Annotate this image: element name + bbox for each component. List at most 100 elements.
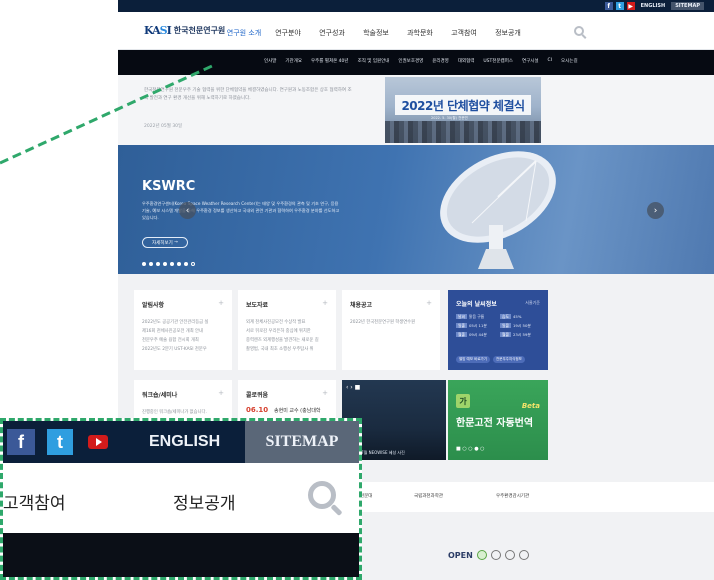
colloquium-title[interactable]: 송현미 교수 (충남대학 (274, 407, 321, 414)
open-gov-logo[interactable]: OPEN (448, 551, 473, 560)
twitter-icon[interactable]: t (47, 429, 73, 455)
more-plus-icon[interactable]: + (322, 389, 328, 397)
weather-card: 오늘의 날씨정보 서울기준 날씨 맑음 구름 습도 45% 일출 05시 11분 일몰… (448, 290, 548, 370)
top-utility-bar: f t ▶ ENGLISH SITEMAP (118, 0, 714, 12)
stargazing-forecast-button[interactable]: 별밤 예보 바로가기 (456, 356, 490, 363)
partner-logo[interactable]: 국립과천과학관 (414, 493, 443, 499)
news-photo[interactable]: 2022년 단체협약 체결식 2022. 5. 30(월) 천문연 (385, 77, 541, 143)
astronomy-knowledge-button[interactable]: 천문우주지식정보 (493, 356, 525, 363)
more-plus-icon[interactable]: + (322, 299, 328, 307)
hero-more-button[interactable]: 자세히보기 → (142, 237, 188, 248)
english-link[interactable]: ENGLISH (149, 433, 220, 451)
news-strip: 한국천문연구원 천문우주 기술 협력을 위한 단체협약을 체결하였습니다. 연구… (118, 75, 714, 145)
cert-badge-icon (476, 550, 487, 560)
subnav-item[interactable]: 인권보호경영 (398, 58, 423, 64)
list-item[interactable]: 서로 뒤로감 우리은하 중심에 위치한 (246, 327, 319, 336)
photo-banner: 2022년 단체협약 체결식 (395, 95, 531, 115)
slide-dot[interactable] (170, 262, 174, 266)
list-item[interactable]: 외계 천체사진공모전 수상작 발표 (246, 318, 319, 327)
sitemap-link[interactable]: SITEMAP (245, 421, 359, 463)
subnav-item[interactable]: 윤리경영 (432, 58, 449, 64)
youtube-icon[interactable] (85, 429, 111, 455)
slide-dot[interactable] (163, 262, 167, 266)
next-slide-button[interactable]: › (647, 202, 664, 219)
video-controls-icon[interactable]: ‹ › ■ (346, 384, 360, 391)
list-item[interactable]: 제16회 천체사진공모전 개최 안내 (142, 327, 208, 336)
gnb-item-customer[interactable]: 고객참여 (3, 489, 66, 514)
gnb-item-results[interactable]: 연구성과 (310, 28, 354, 38)
arrow-right-icon: → (174, 240, 178, 245)
site-logo[interactable]: KASI 한국천문연구원 (144, 24, 225, 37)
more-plus-icon[interactable]: + (218, 389, 224, 397)
gnb-menu: 연구원 소개 연구분야 연구성과 학술정보 과학문화 고객참여 정보공개 (222, 28, 530, 38)
list-item[interactable]: 2022년 한국천문연구원 학생연수원 (350, 318, 415, 327)
slide-dot[interactable] (156, 262, 160, 266)
search-icon[interactable] (308, 481, 336, 509)
weather-cell: 날씨 맑음 구름 (456, 314, 485, 319)
global-navigation: KASI 한국천문연구원 연구원 소개 연구분야 연구성과 학술정보 과학문화 … (118, 12, 714, 50)
slide-dot[interactable] (184, 262, 188, 266)
subnav-item[interactable]: 대외협력 (458, 58, 475, 64)
list-item[interactable]: 천문우주 예술 융합 전시회 개최 (142, 336, 208, 345)
colloquium-date: 06.10 (246, 406, 269, 414)
english-link[interactable]: ENGLISH (638, 3, 669, 9)
slide-dot[interactable] (142, 262, 146, 266)
news-text: 한국천문연구원 천문우주 기술 협력을 위한 단체협약을 체결하였습니다. 연구… (144, 88, 352, 101)
youtube-icon[interactable]: ▶ (626, 2, 635, 10)
sub-navigation: 인사말 기관개요 우주를 펼쳐온 40년 조직 및 임원안내 인권보호경영 윤리… (118, 50, 714, 75)
gnb-item-customer[interactable]: 고객참여 (442, 28, 486, 38)
gnb-item-research[interactable]: 연구분야 (266, 28, 310, 38)
list-item[interactable]: 중력렌즈 외계행성을 발견하는 새로운 길 (246, 336, 319, 345)
slide-dot[interactable] (149, 262, 153, 266)
subnav-item[interactable]: 조직 및 임원안내 (358, 58, 390, 64)
kasi-logo-icon: KASI (144, 24, 172, 37)
card-title: 알림사항 (142, 302, 165, 309)
gnb-item-disclosure[interactable]: 정보공개 (173, 489, 236, 514)
footer-certifications: OPEN (448, 550, 529, 560)
weather-cell: 월몰 23시 59분 (500, 332, 531, 337)
more-plus-icon[interactable]: + (218, 299, 224, 307)
gnb-item-culture[interactable]: 과학문화 (398, 28, 442, 38)
subnav-item[interactable]: 기관개요 (285, 58, 302, 64)
gnb-item-about[interactable]: 연구원 소개 (222, 28, 266, 38)
cert-badge-icon (504, 550, 515, 560)
list-item: 진행중인 워크숍/세미나가 없습니다. (142, 410, 207, 415)
inset-navigation: 고객참여 정보공개 (3, 463, 359, 533)
hero-title: KSWRC (142, 179, 196, 194)
translation-title: 한문고전 자동번역 (456, 418, 534, 429)
list-item[interactable]: 2022년도 2분기 UST-KASI 천문우 (142, 345, 208, 354)
slide-dot[interactable] (191, 262, 195, 266)
slide-pagination (142, 262, 195, 266)
subnav-item[interactable]: 연구시설 (522, 58, 539, 64)
hero-more-label: 자세히보기 (152, 240, 173, 246)
hero-description: 우주환경연구센터(Korea Space Weather Research Ce… (142, 201, 340, 220)
list-item[interactable]: 촬영법, 국내 최초 소행성 우주탐사 위 (246, 345, 319, 354)
weather-grid: 날씨 맑음 구름 습도 45% 일출 05시 11분 일몰 19시 50분 월출 09시 … (456, 314, 544, 338)
prev-slide-button[interactable]: ‹ (179, 202, 196, 219)
facebook-icon[interactable]: f (604, 2, 613, 10)
list-item[interactable]: 2022년도 공공기관 안전관리등급 실 (142, 318, 208, 327)
slide-dot[interactable] (177, 262, 181, 266)
sitemap-link[interactable]: SITEMAP (671, 2, 704, 10)
recruit-card: 채용공고 + 2022년 한국천문연구원 학생연수원 (342, 290, 440, 370)
zoom-inset: f t ENGLISH SITEMAP 고객참여 정보공개 (0, 418, 362, 580)
partner-logo[interactable]: 우주환경감시기관 (496, 493, 529, 499)
cert-badge-icon (518, 550, 529, 560)
gnb-item-academic[interactable]: 학술정보 (354, 28, 398, 38)
gnb-item-disclosure[interactable]: 정보공개 (486, 28, 530, 38)
banner-pagination[interactable]: ■ ○ ○ ● ○ (456, 446, 485, 452)
subnav-item[interactable]: 인사말 (264, 58, 276, 64)
radio-telescope-image (440, 151, 556, 269)
translation-banner-content: 가 Beta 한문고전 자동번역 ■ ○ ○ ● ○ (448, 380, 548, 460)
subnav-item[interactable]: 우주를 펼쳐온 40년 (311, 58, 349, 64)
facebook-icon[interactable]: f (7, 429, 35, 455)
weather-cell: 일출 05시 11분 (456, 323, 487, 328)
more-plus-icon[interactable]: + (426, 299, 432, 307)
weather-title: 오늘의 날씨정보 (456, 301, 497, 308)
twitter-icon[interactable]: t (615, 2, 624, 10)
search-icon[interactable] (574, 26, 584, 36)
weather-location: 서울기준 (525, 300, 540, 305)
subnav-item[interactable]: 오시는길 (561, 58, 578, 64)
subnav-item[interactable]: UST천문캠퍼스 (483, 58, 513, 64)
subnav-item[interactable]: CI (548, 58, 552, 64)
